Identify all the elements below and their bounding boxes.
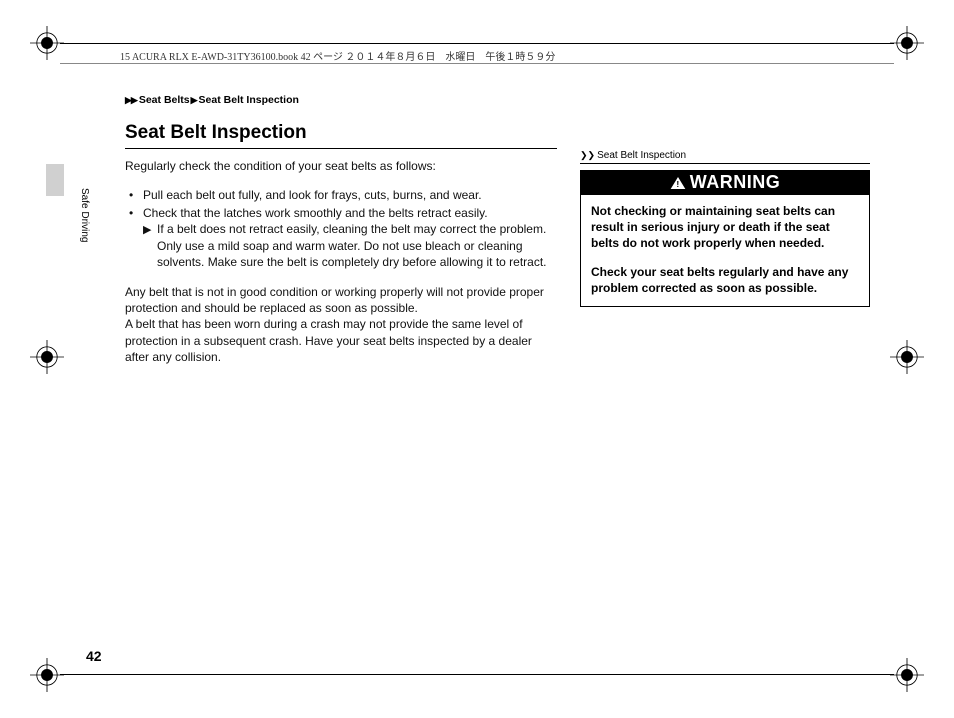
warning-header: ! WARNING bbox=[581, 171, 869, 195]
registration-mark-icon bbox=[890, 340, 924, 374]
svg-text:!: ! bbox=[676, 179, 679, 189]
crop-line bbox=[60, 43, 894, 44]
sidebar-reference-text: Seat Belt Inspection bbox=[597, 150, 686, 161]
bullet-item: Check that the latches work smoothly and… bbox=[137, 205, 557, 270]
bullet-text: Check that the latches work smoothly and… bbox=[143, 206, 488, 220]
warning-box: ! WARNING Not checking or maintaining se… bbox=[580, 170, 870, 307]
sidebar-reference: ❯❯Seat Belt Inspection bbox=[580, 150, 870, 164]
breadcrumb: ▶▶Seat Belts▶Seat Belt Inspection bbox=[125, 94, 299, 106]
registration-mark-icon bbox=[30, 658, 64, 692]
main-content: Seat Belt Inspection Regularly check the… bbox=[125, 122, 557, 365]
warning-body: Not checking or maintaining seat belts c… bbox=[581, 195, 869, 306]
header-rule bbox=[60, 63, 894, 64]
breadcrumb-level1: Seat Belts bbox=[139, 94, 190, 106]
bullet-item: Pull each belt out fully, and look for f… bbox=[137, 187, 557, 203]
intro-text: Regularly check the condition of your se… bbox=[125, 159, 557, 173]
sub-bullet-text: If a belt does not retract easily, clean… bbox=[157, 222, 547, 268]
warning-triangle-icon: ! bbox=[670, 176, 686, 190]
section-tab-marker bbox=[46, 164, 64, 196]
breadcrumb-level2: Seat Belt Inspection bbox=[199, 94, 299, 106]
warning-label: WARNING bbox=[690, 172, 781, 193]
warning-paragraph-2: Check your seat belts regularly and have… bbox=[591, 264, 859, 296]
crop-line bbox=[60, 674, 894, 675]
warning-paragraph-1: Not checking or maintaining seat belts c… bbox=[591, 203, 859, 252]
body-paragraph: Any belt that is not in good condition o… bbox=[125, 284, 557, 365]
reference-marker-icon: ❯❯ bbox=[580, 150, 595, 160]
sidebar: ❯❯Seat Belt Inspection ! WARNING Not che… bbox=[580, 150, 870, 307]
registration-mark-icon bbox=[890, 26, 924, 60]
section-tab-label: Safe Driving bbox=[79, 188, 90, 242]
registration-mark-icon bbox=[890, 658, 924, 692]
page-number: 42 bbox=[86, 648, 102, 664]
breadcrumb-separator-icon: ▶ bbox=[191, 95, 198, 105]
breadcrumb-arrow-icon: ▶▶ bbox=[125, 95, 137, 105]
document-header: 15 ACURA RLX E-AWD-31TY36100.book 42 ページ… bbox=[120, 48, 874, 63]
sub-bullet: ▶ If a belt does not retract easily, cle… bbox=[143, 221, 557, 270]
registration-mark-icon bbox=[30, 340, 64, 374]
triangle-bullet-icon: ▶ bbox=[143, 223, 151, 238]
registration-mark-icon bbox=[30, 26, 64, 60]
page-title: Seat Belt Inspection bbox=[125, 122, 557, 149]
